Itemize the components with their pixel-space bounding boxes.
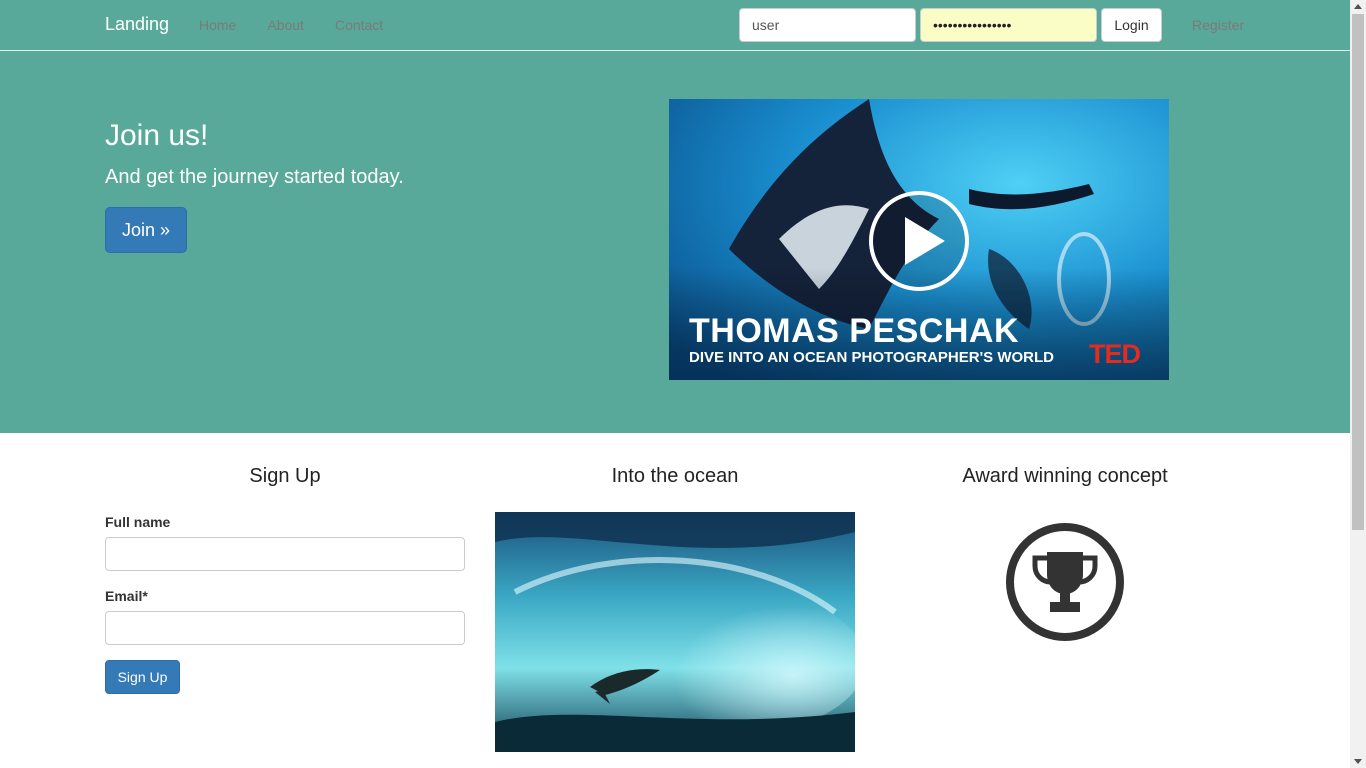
email-input[interactable]	[105, 611, 465, 645]
join-button[interactable]: Join »	[105, 207, 187, 253]
login-username-input[interactable]	[739, 8, 916, 42]
hero-title: Join us!	[105, 119, 209, 152]
page: Landing Home About Contact Login Registe…	[0, 0, 1350, 768]
nav-link-about[interactable]: About	[267, 17, 304, 33]
video-player[interactable]: THOMAS PESCHAK DIVE INTO AN OCEAN PHOTOG…	[669, 99, 1169, 380]
scroll-down-arrow-icon[interactable]	[1354, 759, 1362, 764]
signup-title: Sign Up	[249, 465, 321, 487]
navbar: Landing Home About Contact Login Registe…	[0, 0, 1350, 51]
video-subtitle: DIVE INTO AN OCEAN PHOTOGRAPHER'S WORLD	[689, 349, 1054, 366]
trophy-icon	[1005, 522, 1125, 642]
nav-link-home[interactable]: Home	[199, 17, 236, 33]
video-title: THOMAS PESCHAK	[689, 312, 1020, 350]
brand-link[interactable]: Landing	[105, 14, 169, 35]
nav-link-contact[interactable]: Contact	[335, 17, 383, 33]
ocean-image	[495, 512, 855, 752]
nav-links: Home About Contact	[199, 17, 414, 33]
fullname-label: Full name	[105, 514, 171, 530]
signup-button[interactable]: Sign Up	[105, 660, 180, 694]
login-button[interactable]: Login	[1101, 8, 1162, 42]
hero-subtitle: And get the journey started today.	[105, 166, 404, 188]
ocean-title: Into the ocean	[611, 465, 739, 487]
award-title: Award winning concept	[962, 465, 1168, 487]
hero-section: Join us! And get the journey started tod…	[0, 51, 1350, 433]
ted-logo: TED	[1089, 339, 1141, 369]
fullname-input[interactable]	[105, 537, 465, 571]
scroll-up-arrow-icon[interactable]	[1354, 4, 1362, 9]
login-password-input[interactable]	[920, 8, 1097, 42]
email-label: Email*	[105, 588, 148, 604]
scrollbar-thumb[interactable]	[1352, 14, 1364, 530]
register-link[interactable]: Register	[1192, 17, 1244, 33]
play-icon	[869, 191, 969, 291]
